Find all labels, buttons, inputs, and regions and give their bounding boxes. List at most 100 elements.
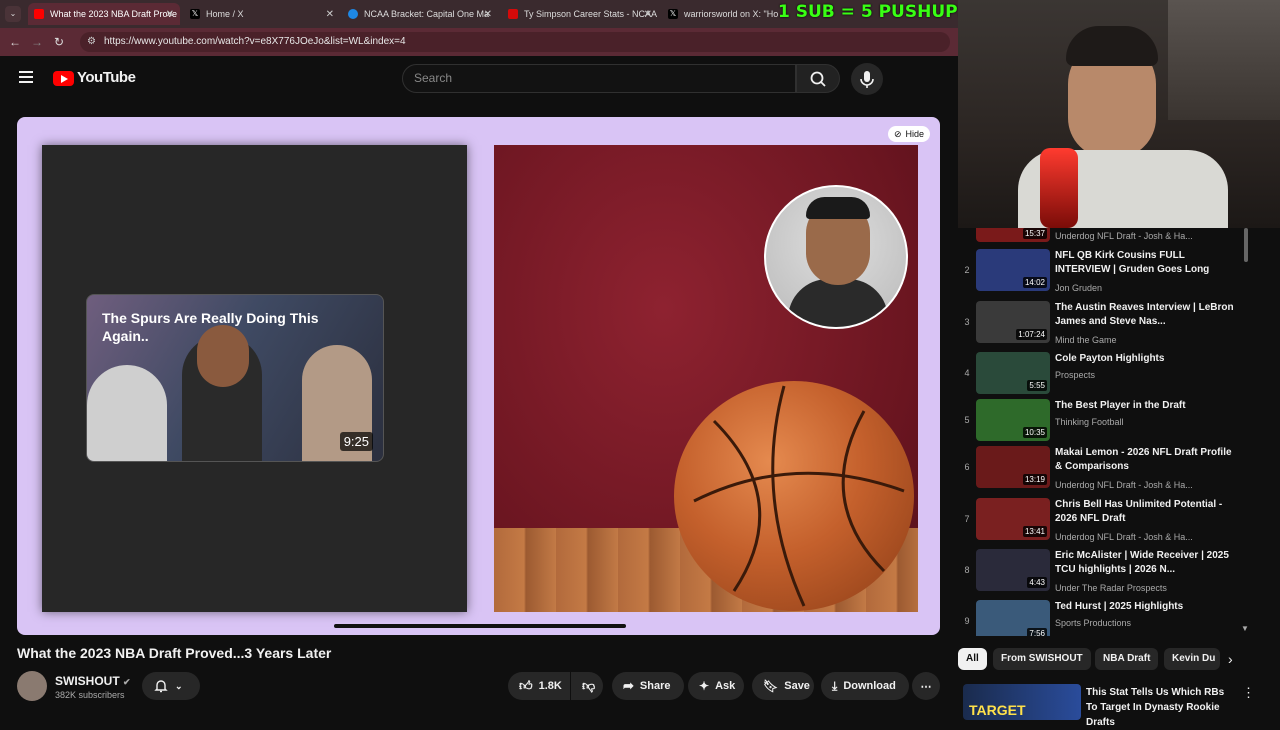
playlist-item-channel: Underdog NFL Draft - Josh & Ha... (1055, 480, 1193, 490)
hide-end-cards-button[interactable]: ⊘ Hide (887, 126, 930, 142)
video-right-panel (494, 145, 918, 612)
playlist-item-thumbnail: 1:07:24 (976, 301, 1050, 343)
chevron-down-icon: ⌄ (175, 680, 183, 691)
webcam-window-light (1168, 0, 1280, 120)
notification-bell-button[interactable]: ⌄ (142, 672, 200, 700)
address-bar[interactable]: ⚙ https://www.youtube.com/watch?v=e8X776… (80, 32, 950, 52)
basketball-seams (693, 385, 905, 607)
playlist-item-index: 9 (964, 616, 970, 626)
download-button[interactable]: ⤓ Download (821, 672, 909, 700)
playlist-item-index: 4 (964, 368, 970, 378)
close-tab-icon[interactable]: ✕ (326, 9, 334, 20)
eye-off-icon: ⊘ (893, 128, 902, 139)
site-info-icon[interactable]: ⚙ (87, 32, 96, 52)
back-arrow-icon[interactable]: ← (4, 35, 26, 49)
playlist-item-title: Makai Lemon - 2026 NFL Draft Profile & C… (1055, 447, 1232, 472)
x-favicon-icon: 𝕏 (190, 9, 200, 19)
tab-ty-simpson-stats[interactable]: Ty Simpson Career Stats - NCAA ✕ (502, 3, 658, 25)
playlist-item-channel: Under The Radar Prospects (1055, 583, 1167, 593)
playlist-item-thumbnail: 13:41 (976, 498, 1050, 540)
recommended-video-title[interactable]: This Stat Tells Us Which RBs To Target I… (1086, 685, 1238, 730)
avatar-cartoon-hair (806, 197, 870, 219)
youtube-logo-text[interactable]: YouTube (77, 69, 136, 86)
close-tab-icon[interactable]: ✕ (644, 9, 652, 20)
channel-avatar[interactable] (17, 671, 47, 701)
youtube-play-icon (61, 75, 68, 83)
playlist-item-index: 8 (964, 565, 970, 575)
sparkle-icon: ✦ (699, 679, 710, 693)
thumbs-up-icon: 👍︎ (519, 678, 533, 693)
playlist-item-channel: Sports Productions (1055, 618, 1132, 628)
thumbs-down-icon: 👎︎ (582, 678, 596, 693)
subscriber-count: 382K subscribers (55, 690, 125, 700)
tab-list-dropdown-icon[interactable]: ⌄ (5, 6, 21, 22)
save-button[interactable]: 🔖︎ Save (752, 672, 814, 700)
youtube-favicon-icon (34, 9, 44, 19)
search-button[interactable] (796, 64, 840, 93)
playlist-item-index: 6 (964, 462, 970, 472)
playlist-item[interactable]: 8 4:43 Eric McAlister | Wide Receiver | … (958, 549, 1248, 597)
playlist-item[interactable]: 4 5:55 Cole Payton Highlights Prospects (958, 352, 1248, 400)
tab-x-home[interactable]: 𝕏 Home / X ✕ (184, 3, 340, 25)
like-button[interactable]: 👍︎ 1.8K (508, 672, 570, 700)
playlist-item[interactable]: 6 13:19 Makai Lemon - 2026 NFL Draft Pro… (958, 446, 1248, 494)
playlist-item[interactable]: 3 1:07:24 The Austin Reaves Interview | … (958, 301, 1248, 349)
playlist-item-channel: Mind the Game (1055, 335, 1117, 345)
playlist-item-title: The Best Player in the Draft (1055, 400, 1186, 411)
recommended-thumbnail-text: TARGET (969, 702, 1026, 718)
playlist-item-index: 7 (964, 514, 970, 524)
chevron-right-icon[interactable]: › (1228, 651, 1233, 667)
dislike-button[interactable]: 👎︎ (571, 672, 603, 700)
playlist-item-index: 5 (964, 415, 970, 425)
video-left-panel: The Spurs Are Really Doing This Again.. … (42, 145, 467, 612)
playlist-item-title: Cole Payton Highlights (1055, 353, 1165, 364)
video-player[interactable]: The Spurs Are Really Doing This Again.. … (17, 117, 940, 635)
chip-all[interactable]: All (958, 648, 987, 670)
playlist-item-channel: Thinking Football (1055, 417, 1124, 427)
more-actions-button[interactable]: ⋯ (912, 672, 940, 700)
playlist-item-title: NFL QB Kirk Cousins FULL INTERVIEW | Gru… (1055, 250, 1210, 275)
close-tab-icon[interactable]: ✕ (484, 9, 492, 20)
tab-youtube[interactable]: What the 2023 NBA Draft Prove ✕ (28, 3, 180, 25)
browser-toolbar: ← → ↻ ⚙ https://www.youtube.com/watch?v=… (0, 28, 958, 56)
webcam-person-hair (1066, 26, 1158, 66)
forward-arrow-icon[interactable]: → (26, 35, 48, 49)
close-tab-icon[interactable]: ✕ (166, 9, 174, 20)
playlist-item-thumbnail: 5:55 (976, 352, 1050, 394)
playlist-item-channel: Underdog NFL Draft - Josh & Ha... (1055, 532, 1193, 542)
menu-icon[interactable] (19, 71, 33, 83)
download-icon: ⤓ (832, 678, 838, 693)
ncaa-favicon-icon (348, 9, 358, 19)
voice-search-button[interactable] (851, 63, 883, 95)
tab-ncaa-bracket[interactable]: NCAA Bracket: Capital One Ma ✕ (342, 3, 498, 25)
player-progress-bar[interactable] (334, 624, 626, 628)
playlist-panel: 15:37 Underdog NFL Draft - Josh & Ha... … (958, 228, 1252, 636)
playlist-item-channel: Jon Gruden (1055, 283, 1103, 293)
x-favicon-icon: 𝕏 (668, 9, 678, 19)
chip-from-swishout[interactable]: From SWISHOUT (993, 648, 1091, 670)
channel-name[interactable]: SWISHOUT ✔ (55, 674, 131, 688)
ask-button[interactable]: ✦ Ask (688, 672, 744, 700)
reload-icon[interactable]: ↻ (48, 35, 70, 49)
playlist-scrollbar[interactable] (1244, 228, 1248, 262)
playlist-item-title: Ted Hurst | 2025 Highlights (1055, 601, 1184, 612)
chip-kevin-durant[interactable]: Kevin Du (1164, 648, 1220, 670)
more-horizontal-icon: ⋯ (920, 680, 932, 693)
playlist-item-thumbnail: 7:56 (976, 600, 1050, 636)
share-button[interactable]: ➦ Share (612, 672, 684, 700)
end-card-video-thumbnail[interactable]: The Spurs Are Really Doing This Again.. … (86, 294, 384, 462)
playlist-item[interactable]: 7 13:41 Chris Bell Has Unlimited Potenti… (958, 498, 1248, 546)
tab-warriorsworld[interactable]: 𝕏 warriorsworld on X: "How? h (662, 3, 778, 25)
chip-nba-draft[interactable]: NBA Draft (1095, 648, 1159, 670)
playlist-item-index: 3 (964, 317, 970, 327)
playlist-item[interactable]: 15:37 Underdog NFL Draft - Josh & Ha... (958, 228, 1248, 248)
playlist-item[interactable]: 5 10:35 The Best Player in the Draft Thi… (958, 399, 1248, 447)
recommended-video-thumbnail[interactable]: TARGET (963, 684, 1081, 720)
scroll-down-arrow-icon[interactable]: ▼ (1241, 624, 1249, 633)
playlist-item[interactable]: 9 7:56 Ted Hurst | 2025 Highlights Sport… (958, 600, 1248, 636)
playlist-item-thumbnail: 15:37 (976, 228, 1050, 242)
playlist-item-thumbnail: 14:02 (976, 249, 1050, 291)
playlist-item[interactable]: 2 14:02 NFL QB Kirk Cousins FULL INTERVI… (958, 249, 1248, 297)
more-vertical-icon[interactable]: ⋮ (1242, 685, 1255, 701)
search-input[interactable]: Search (402, 64, 796, 93)
